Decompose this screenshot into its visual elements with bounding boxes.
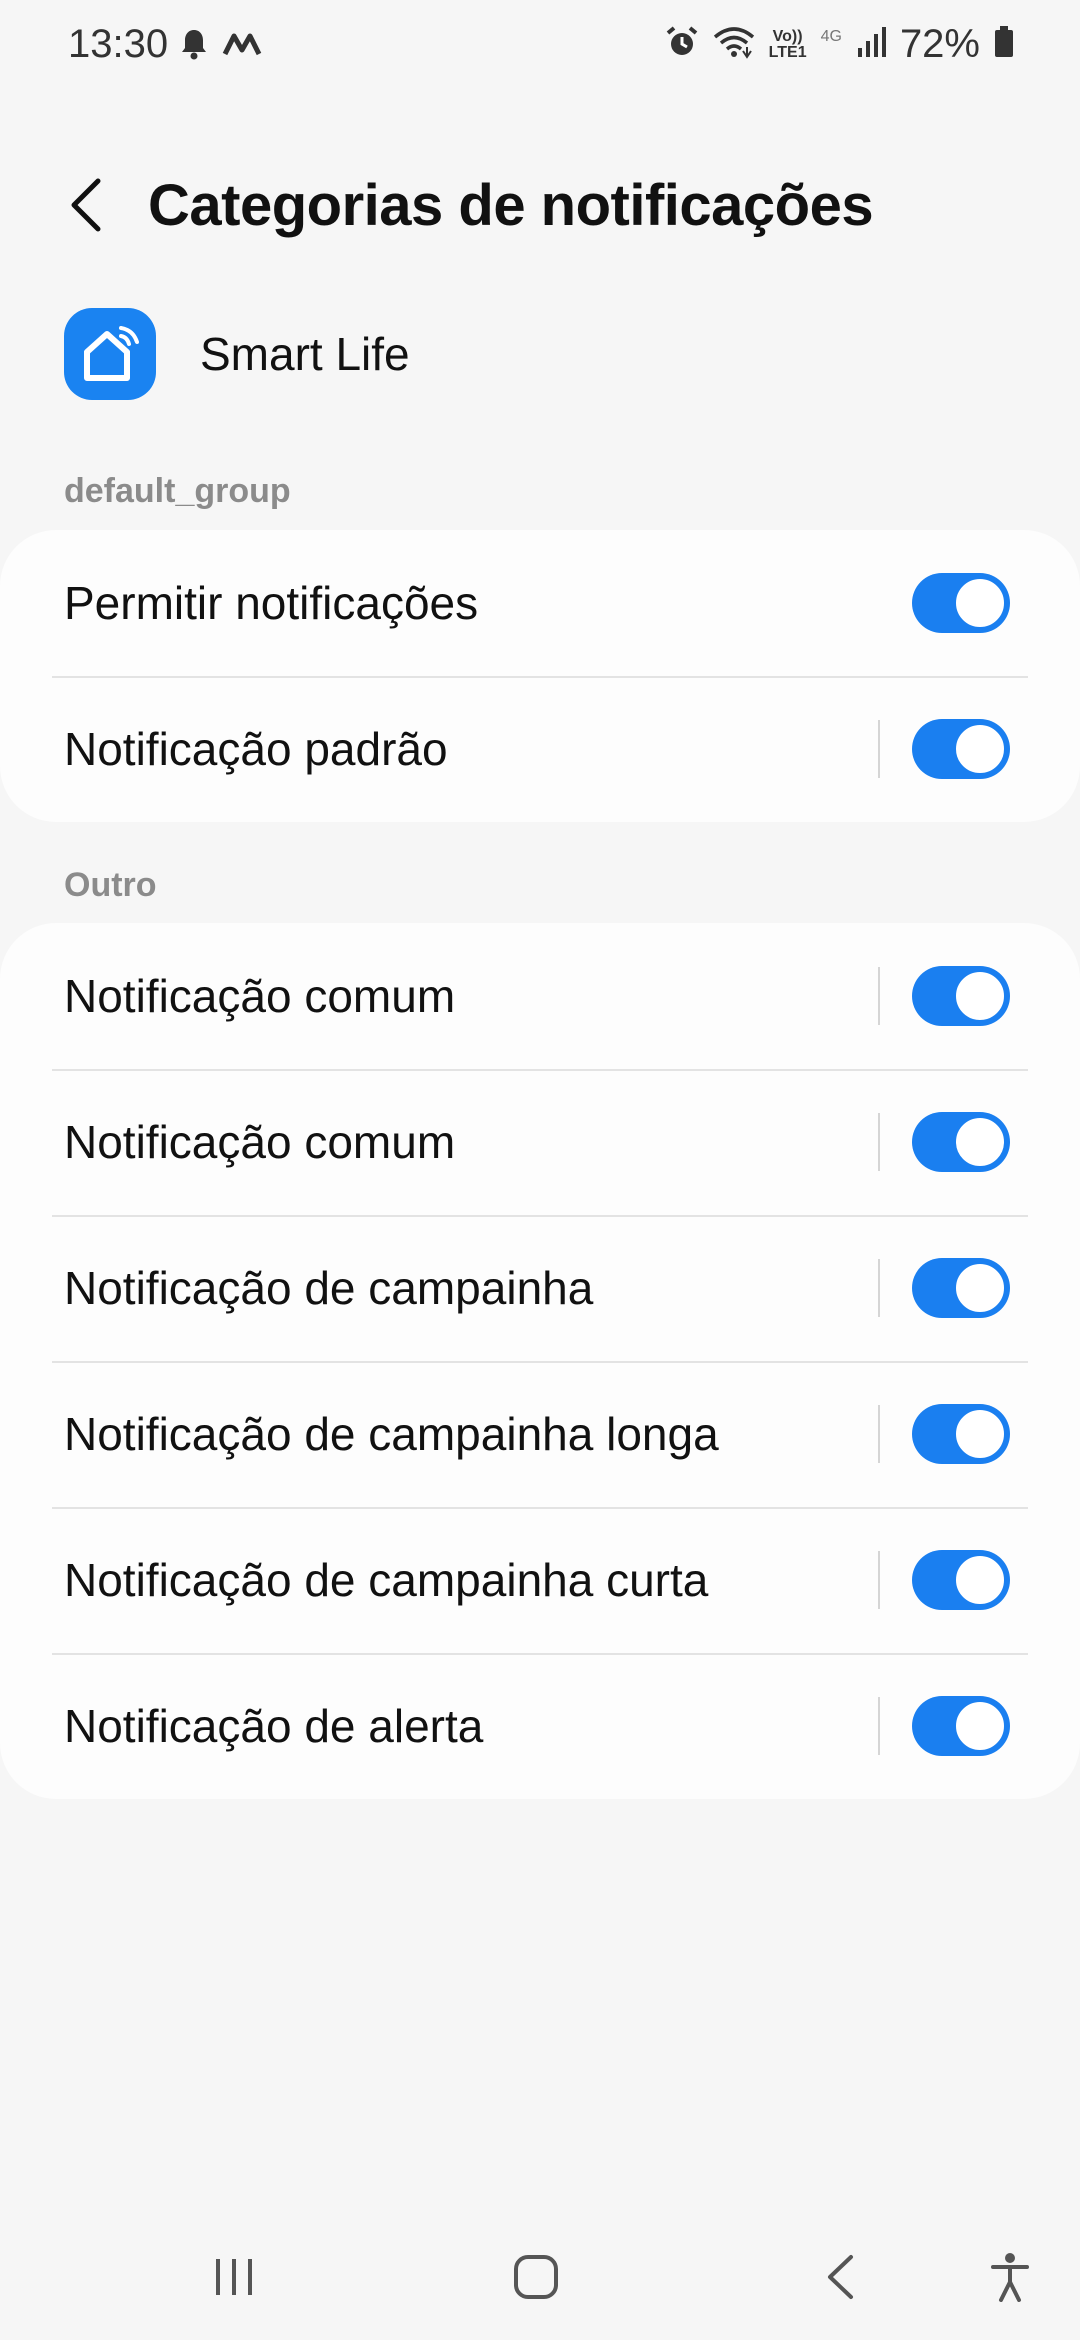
toggle-switch[interactable] <box>912 1550 1010 1610</box>
list-item-label: Notificação de alerta <box>64 1700 484 1752</box>
volte-label-top: Vo)) <box>772 27 803 45</box>
vertical-divider <box>878 1697 880 1755</box>
smart-home-icon <box>64 308 156 400</box>
vertical-divider <box>878 1259 880 1317</box>
list-item-alert-notification[interactable]: Notificação de alerta <box>0 1653 1080 1799</box>
list-item-label: Notificação de campainha <box>64 1262 594 1314</box>
list-item-label: Notificação de campainha curta <box>64 1554 709 1606</box>
nav-back-button[interactable] <box>800 2244 880 2314</box>
network-type: 4G <box>820 27 842 45</box>
vertical-divider <box>878 1551 880 1609</box>
toggle-switch[interactable] <box>912 573 1010 633</box>
toggle-switch[interactable] <box>912 1404 1010 1464</box>
list-item-common-notification-1[interactable]: Notificação comum <box>0 923 1080 1069</box>
notification-bell-icon <box>180 28 208 65</box>
app-info: Smart Life <box>64 308 410 400</box>
home-icon <box>513 2254 559 2305</box>
status-bar: 13:30 Vo)) LTE1 4G 72% <box>0 0 1080 96</box>
toggle-knob <box>953 1261 1007 1315</box>
battery-percent: 72% <box>899 22 980 66</box>
toggle-knob <box>953 1699 1007 1753</box>
chevron-left-icon <box>68 177 104 238</box>
vertical-divider <box>878 967 880 1025</box>
status-right-icons: Vo)) LTE1 4G 72% <box>665 22 1014 67</box>
app-name: Smart Life <box>200 328 410 380</box>
alarm-icon <box>665 25 699 64</box>
battery-icon <box>994 26 1014 63</box>
list-item-label: Permitir notificações <box>64 577 479 629</box>
list-item-default-notification[interactable]: Notificação padrão <box>0 676 1080 822</box>
list-item-long-doorbell-notification[interactable]: Notificação de campainha longa <box>0 1361 1080 1507</box>
volte-icon: Vo)) LTE1 <box>768 27 807 61</box>
list-item-doorbell-notification[interactable]: Notificação de campainha <box>0 1215 1080 1361</box>
accessibility-button[interactable] <box>970 2244 1050 2314</box>
toggle-knob <box>953 1553 1007 1607</box>
accessibility-icon <box>990 2252 1030 2307</box>
back-icon <box>825 2254 855 2305</box>
vertical-divider <box>878 1405 880 1463</box>
toggle-knob <box>953 576 1007 630</box>
recent-apps-button[interactable] <box>194 2244 274 2314</box>
list-item-short-doorbell-notification[interactable]: Notificação de campainha curta <box>0 1507 1080 1653</box>
toggle-switch[interactable] <box>912 1112 1010 1172</box>
status-time: 13:30 <box>68 22 169 66</box>
toggle-knob <box>953 969 1007 1023</box>
back-button[interactable] <box>56 172 116 242</box>
m-app-icon <box>222 32 262 61</box>
section-card-other: Notificação comum Notificação comum Noti… <box>0 923 1080 1799</box>
list-item-label: Notificação de campainha longa <box>64 1408 719 1460</box>
list-item-label: Notificação comum <box>64 1116 456 1168</box>
toggle-switch[interactable] <box>912 1258 1010 1318</box>
home-button[interactable] <box>496 2244 576 2314</box>
list-item-label: Notificação comum <box>64 970 456 1022</box>
vertical-divider <box>878 720 880 778</box>
navigation-bar <box>0 2218 1080 2340</box>
vertical-divider <box>878 1113 880 1171</box>
toggle-switch[interactable] <box>912 1696 1010 1756</box>
header: Categorias de notificações <box>0 160 1080 250</box>
toggle-knob <box>953 1115 1007 1169</box>
list-item-common-notification-2[interactable]: Notificação comum <box>0 1069 1080 1215</box>
recent-apps-icon <box>212 2257 256 2302</box>
status-left-icons <box>180 28 262 65</box>
toggle-switch[interactable] <box>912 966 1010 1026</box>
list-item-allow-notifications[interactable]: Permitir notificações <box>0 530 1080 676</box>
page-title: Categorias de notificações <box>148 173 874 238</box>
section-label-other: Outro <box>64 866 157 904</box>
list-item-label: Notificação padrão <box>64 723 448 775</box>
toggle-knob <box>953 1407 1007 1461</box>
signal-icon <box>856 26 886 63</box>
section-label-default-group: default_group <box>64 472 291 510</box>
volte-label-bottom: LTE1 <box>768 43 807 61</box>
toggle-switch[interactable] <box>912 719 1010 779</box>
toggle-knob <box>953 722 1007 776</box>
wifi-icon <box>713 25 755 64</box>
section-card-default-group: Permitir notificações Notificação padrão <box>0 530 1080 822</box>
